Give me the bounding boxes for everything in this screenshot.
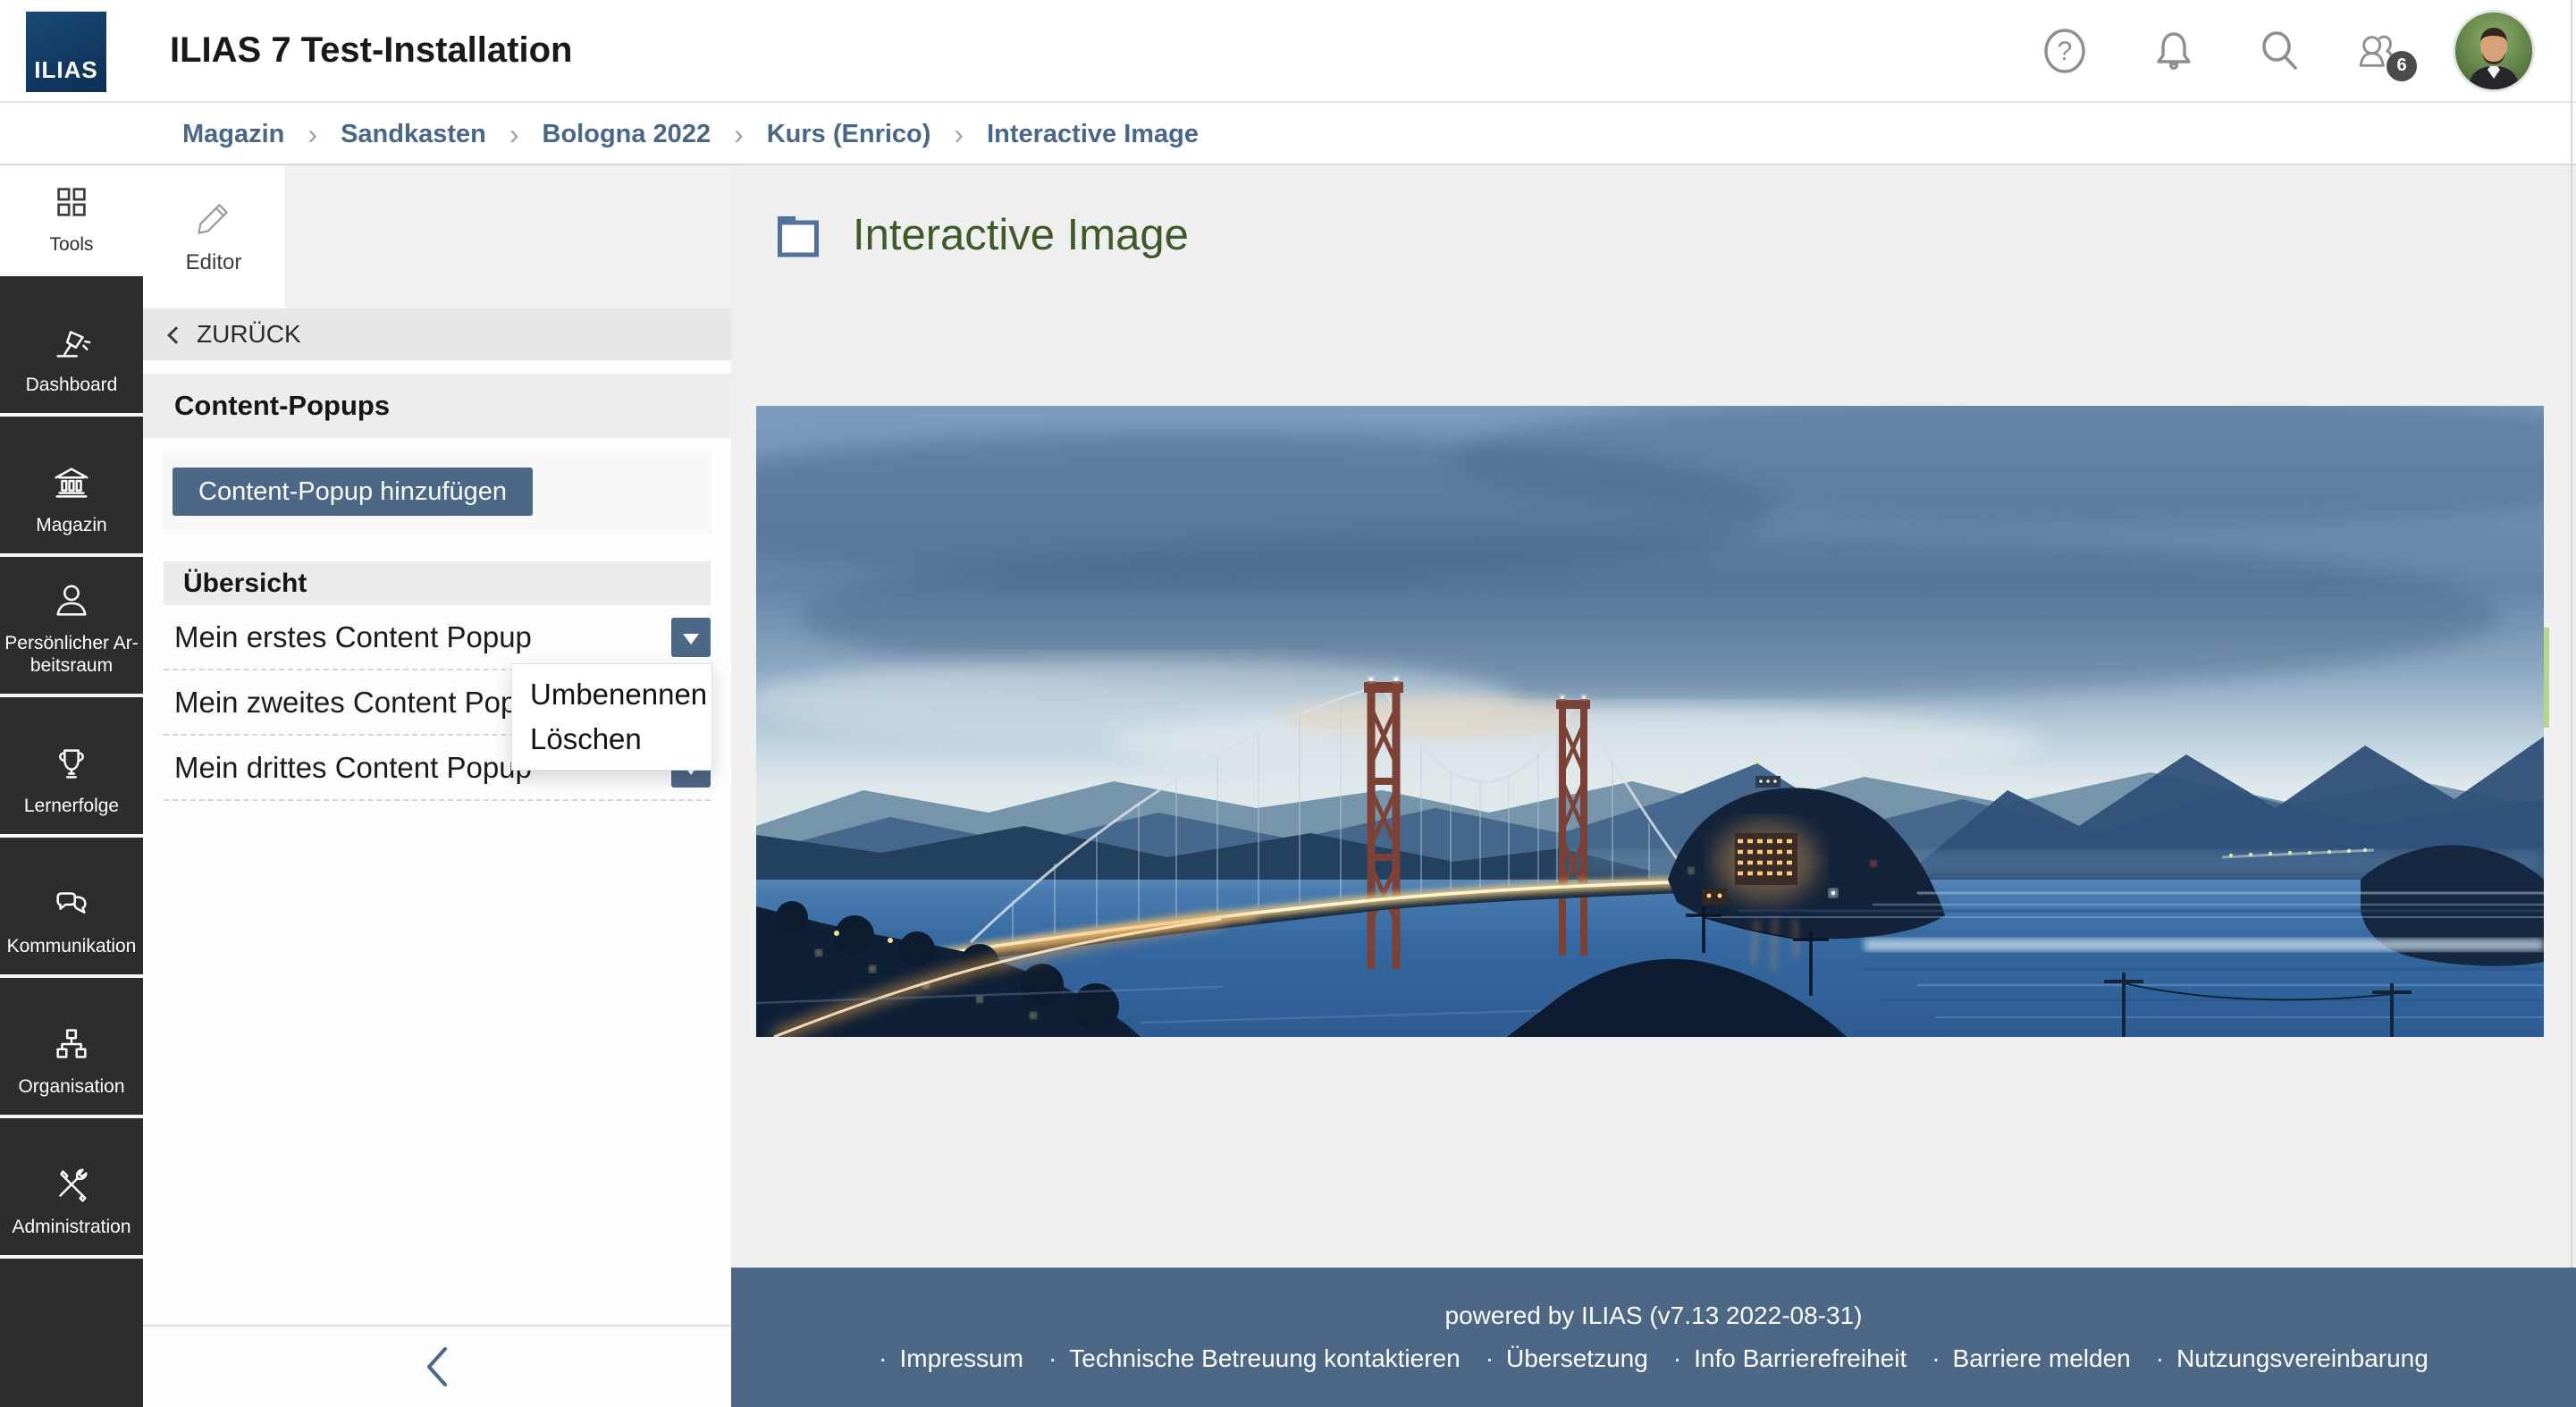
header: ILIAS ILIAS 7 Test-Installation ? [0,0,2576,103]
popup-label: Mein erstes Content Popup [164,605,711,669]
sidebar-item-lernerfolge[interactable]: Lernerfolge [0,694,143,834]
ilias-logo-text: ILIAS [34,56,97,84]
add-content-popup-button[interactable]: Content-Popup hinzufügen [173,468,533,516]
breadcrumb-separator: › [509,118,519,151]
footer-separator: · [1048,1344,1056,1373]
chevron-left-icon [425,1346,449,1387]
footer: powered by ILIAS (v7.13 2022-08-31) · Im… [731,1268,2576,1407]
editor-panel: Editor ZURÜCK Content-Popups Content-Pop… [143,165,731,1407]
notifications-bell-icon[interactable] [2149,26,2199,76]
powered-by-text: powered by ILIAS (v7.13 2022-08-31) [1445,1302,1863,1330]
folder-icon [772,211,822,259]
breadcrumb-item-magazin[interactable]: Magazin [182,120,284,149]
caret-down-icon [683,634,699,645]
sidebar-item-label: Lernerfolge [21,795,122,818]
footer-link-label: Übersetzung [1506,1344,1648,1373]
footer-separator: · [1932,1344,1940,1373]
panel-collapse-button[interactable] [143,1325,731,1407]
popup-1-actions-dropdown-button[interactable] [671,618,711,657]
breadcrumb-separator: › [734,118,744,151]
sidebar-item-organisation[interactable]: Organisation [0,974,143,1115]
interactive-image [756,406,2544,1037]
sidebar-item-label: Kommunikation [4,935,140,958]
list-item-popup-1: Mein erstes Content Popup [164,605,711,670]
crossed-tools-icon [51,1164,92,1205]
footer-link-barrierefreiheit[interactable]: · Info Barrierefreiheit [1673,1344,1907,1373]
popup-actions-context-menu: Umbenennen Löschen [511,663,712,771]
header-icon-bar: ? [2040,0,2576,101]
main-content: Interactive Image [731,165,2576,1407]
sidebar-item-label: Tools [46,233,97,257]
grid-icon [51,181,92,223]
sidebar-item-magazin[interactable]: Persönlicher Ar­beitsraum Magazin [0,413,143,553]
help-icon[interactable]: ? [2040,26,2090,76]
footer-links: · Impressum · Technische Betreuung konta… [879,1344,2429,1373]
page-title-row: Interactive Image [772,210,1189,260]
footer-link-label: Technische Betreuung kontaktieren [1069,1344,1460,1373]
footer-separator: · [1673,1344,1681,1373]
breadcrumb-separator: › [307,118,317,151]
sidebar-item-label: Organisation [14,1075,128,1099]
sidebar-item-tools[interactable]: Tools [0,165,143,273]
window-edge-divider [2571,0,2572,1268]
footer-link-label: Info Barrierefreiheit [1694,1344,1907,1373]
breadcrumb: Magazin › Sandkasten › Bologna 2022 › Ku… [0,105,2576,165]
footer-link-uebersetzung[interactable]: · Übersetzung [1486,1344,1648,1373]
footer-link-technische-betreuung[interactable]: · Technische Betreuung kontaktieren [1048,1344,1461,1373]
desk-lamp-icon [51,322,92,363]
contacts-icon[interactable]: 6 [2353,26,2403,76]
sidebar-item-label: Administration [8,1216,134,1239]
sidebar-item-administration[interactable]: Administration [0,1115,143,1255]
tab-editor[interactable]: Editor [143,165,284,308]
person-icon [51,580,92,621]
panel-tab-strip: Editor [143,165,731,308]
page-title: Interactive Image [853,210,1189,260]
breadcrumb-separator: › [954,118,964,151]
user-avatar[interactable] [2453,10,2535,92]
sidebar-filler [0,1255,143,1407]
popup-list-header: Übersicht [164,561,711,605]
panel-title: Content-Popups [143,374,731,438]
tab-editor-label: Editor [186,250,242,275]
scroll-hint-bar [2544,628,2549,728]
sidebar-item-label: Magazin [32,514,110,537]
context-menu-item-rename[interactable]: Umbenennen [512,672,711,717]
back-label: ZURÜCK [197,320,301,349]
ilias-window: ILIAS ILIAS 7 Test-Installation ? [0,0,2576,1407]
org-chart-icon [51,1024,92,1065]
chevron-left-icon [167,326,185,344]
footer-link-label: Barriere melden [1953,1344,2131,1373]
breadcrumb-item-sandkasten[interactable]: Sandkasten [341,120,486,149]
footer-link-nutzungsvereinbarung[interactable]: · Nutzungsvereinbarung [2156,1344,2429,1373]
footer-separator: · [1486,1344,1494,1373]
app-title: ILIAS 7 Test-Installation [170,0,572,101]
footer-link-barriere-melden[interactable]: · Barriere melden [1932,1344,2131,1373]
svg-text:?: ? [2058,37,2073,66]
pencil-icon [194,198,233,238]
add-popup-section: Content-Popup hinzufügen [163,451,711,532]
contacts-badge: 6 [2387,51,2417,81]
breadcrumb-item-interactive-image[interactable]: Interactive Image [987,120,1199,149]
footer-separator: · [879,1344,887,1373]
context-menu-item-delete[interactable]: Löschen [512,717,711,762]
footer-link-impressum[interactable]: · Impressum [879,1344,1023,1373]
footer-link-label: Impressum [900,1344,1023,1373]
footer-separator: · [2156,1344,2164,1373]
building-icon [51,462,92,503]
ilias-logo[interactable]: ILIAS [26,12,106,92]
sidebar-item-kommunikation[interactable]: Kommunikation [0,834,143,974]
breadcrumb-item-bologna[interactable]: Bologna 2022 [543,120,711,149]
main-sidebar: Tools Dashboard Persönlicher Ar­beitsrau… [0,165,143,1407]
sidebar-item-label: Dashboard [22,374,122,397]
sidebar-item-label: Persönlicher Ar­beitsraum [0,632,143,678]
chat-bubbles-icon [51,883,92,924]
trophy-icon [51,743,92,784]
back-button[interactable]: ZURÜCK [143,308,731,360]
sidebar-item-dashboard[interactable]: Dashboard [0,273,143,413]
footer-link-label: Nutzungsvereinbarung [2176,1344,2429,1373]
search-icon[interactable] [2254,26,2304,76]
sidebar-item-persoenlicher-arbeitsraum[interactable]: Persönlicher Ar­beitsraum [0,553,143,694]
breadcrumb-item-kurs[interactable]: Kurs (Enrico) [767,120,931,149]
